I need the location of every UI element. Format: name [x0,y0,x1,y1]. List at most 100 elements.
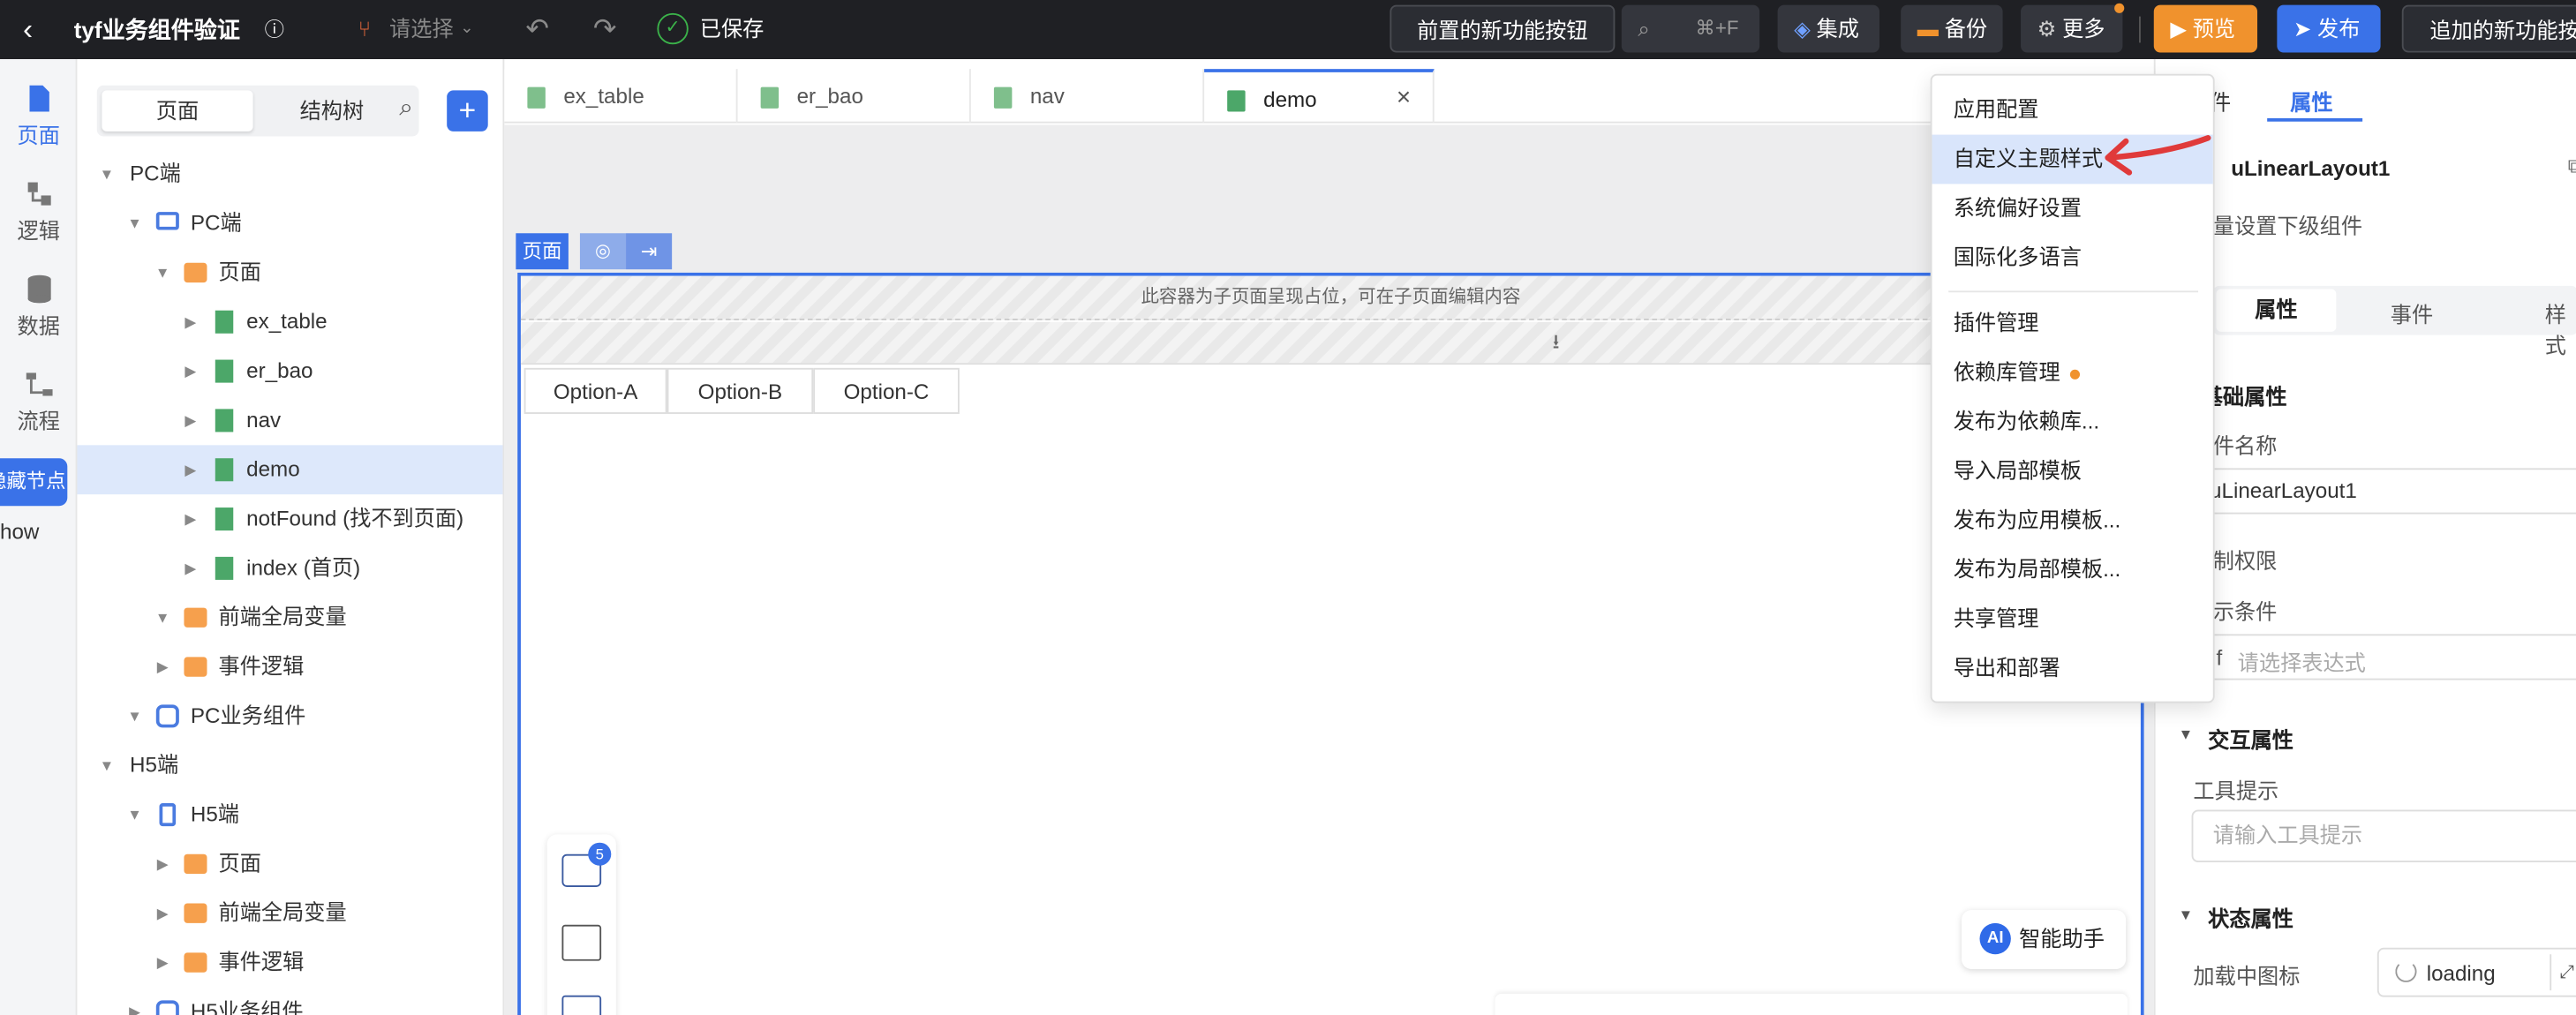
caret-down-icon[interactable]: ▼ [124,790,144,839]
tree-item[interactable]: ▶ 页面 [77,839,502,889]
caret-right-icon[interactable]: ▶ [153,938,172,988]
caret-down-icon[interactable]: ▼ [124,199,144,248]
ai-assistant-button[interactable]: AI 智能助手 [1962,909,2127,969]
tree-item[interactable]: ▶ 前端全局变量 [77,889,502,938]
tree-item[interactable]: ▶ 事件逻辑 [77,938,502,988]
menu-item[interactable]: 共享管理 [1932,595,2213,644]
tree-item[interactable]: ▶ notFound (找不到页面) [77,494,502,544]
menu-item[interactable]: 发布为依赖库... [1932,397,2213,447]
tree-item[interactable]: ▼ H5端 [77,790,502,839]
search-button[interactable]: ⌕ ⌘+F [1621,4,1760,53]
tree-item[interactable]: ▶ ex_table [77,297,502,347]
menu-item[interactable]: 依赖库管理 [1932,349,2213,398]
caret-down-icon[interactable]: ▼ [124,691,144,741]
loading-icon-field[interactable]: loading ⤢ [2376,947,2576,997]
subtab-events[interactable]: 事件 [2391,297,2433,328]
tree-item[interactable]: ▶ 事件逻辑 [77,643,502,692]
back-icon[interactable]: ‹ [23,0,33,59]
more-button[interactable]: ⚙ 更多 [2021,4,2123,53]
tooltip-input[interactable]: 请输入工具提示 [2191,809,2576,863]
tree-item[interactable]: ▼ 页面 [77,248,502,297]
tree-item[interactable]: ▼ H5端 [77,741,502,790]
tab-demo[interactable]: demo × [1204,69,1435,124]
caret-right-icon[interactable]: ▶ [181,297,200,347]
undo-icon[interactable]: ↶ [526,0,550,59]
search-icon[interactable]: ⌕ [399,94,413,122]
caret-down-icon[interactable]: ▼ [153,248,172,297]
caret-right-icon[interactable]: ▶ [153,889,172,938]
tree-item[interactable]: ▼ PC业务组件 [77,691,502,741]
expand-icon[interactable]: ⤢ [2550,954,2576,991]
integrate-label: 集成 [1816,16,1859,41]
pre-feature-button[interactable]: 前置的新功能按钮 [1390,4,1616,53]
menu-item[interactable]: 插件管理 [1932,299,2213,349]
saved-check-icon: ✓ [657,12,689,45]
condition-field[interactable]: f 请选择表达式 [2201,634,2576,680]
publish-button[interactable]: ➤ 发布 [2277,4,2381,53]
integrate-button[interactable]: ◈ 集成 [1777,4,1879,53]
menu-item[interactable]: 国际化多语言 [1932,233,2213,282]
tab-structure[interactable]: 结构树 [256,90,407,132]
tree-item[interactable]: ▶ index (首页) [77,544,502,593]
tree-item[interactable]: ▼ 前端全局变量 [77,593,502,643]
menu-item[interactable]: 应用配置 [1932,86,2213,135]
caret-down-icon[interactable]: ▼ [97,149,117,199]
caret-right-icon[interactable]: ▶ [181,396,200,446]
menu-item[interactable]: 系统偏好设置 [1932,184,2213,233]
subtab-styles[interactable]: 样式 [2545,297,2576,360]
caret-right-icon[interactable]: ▶ [181,445,200,494]
rail-item-data[interactable]: 数据 [0,273,77,340]
tree-item[interactable]: ▼ PC端 [77,149,502,199]
tab-nav[interactable]: nav [971,69,1205,124]
tree-item[interactable]: ▶ er_bao [77,347,502,396]
hidden-node-badge[interactable]: 隐藏节点 [0,458,68,507]
rail-item-flow[interactable]: 流程 [0,368,77,435]
caret-down-icon[interactable]: ▼ [2179,906,2194,923]
tree-item[interactable]: ▶ H5业务组件 [77,987,502,1015]
caret-right-icon[interactable]: ▶ [181,494,200,544]
panel-icon[interactable] [561,995,602,1015]
option-b[interactable]: Option-B [667,367,814,414]
menu-item[interactable]: 发布为局部模板... [1932,545,2213,595]
caret-right-icon[interactable]: ▶ [153,643,172,692]
menu-item[interactable]: 导入局部模板 [1932,447,2213,496]
add-button[interactable]: + [447,90,488,132]
extra-feature-button[interactable]: 追加的新功能按 [2401,4,2576,53]
caret-down-icon[interactable]: ▼ [97,741,117,790]
page-container[interactable]: 此容器为子页面呈现占位，可在子页面编辑内容 ⭳ Option-A Option-… [517,272,2144,1015]
option-c[interactable]: Option-C [813,367,960,414]
branch-icon[interactable]: ⑂ [358,0,372,59]
tree-item[interactable]: ▼ PC端 [77,199,502,248]
enter-icon[interactable]: ⇥ [626,233,673,270]
close-icon[interactable]: × [1397,71,1411,124]
subtab-props[interactable]: 属性 [2216,289,2337,332]
caret-right-icon[interactable]: ▶ [181,544,200,593]
tab-ex-table[interactable]: ex_table [504,69,738,124]
tab-props-top[interactable]: 属性 [2290,86,2332,117]
copy-icon[interactable]: ⧉ [2568,154,2576,179]
caret-down-icon[interactable]: ▼ [2179,726,2194,743]
eye-off-icon[interactable]: ◎ [579,233,627,270]
tree-item[interactable]: ▶ demo [77,445,503,495]
caret-right-icon[interactable]: ▶ [124,987,144,1015]
name-field[interactable]: uLinearLayout1 [2201,468,2576,515]
tab-er-bao[interactable]: er_bao [738,69,971,124]
backup-button[interactable]: ▬ 备份 [1901,4,2003,53]
option-a[interactable]: Option-A [523,367,667,414]
outline-icon[interactable] [561,924,602,961]
ai-assistant-label: 智能助手 [2019,926,2105,951]
redo-icon[interactable]: ↷ [593,0,617,59]
rail-item-logic[interactable]: 逻辑 [0,177,77,244]
info-icon[interactable]: ⓘ [265,0,284,59]
menu-item[interactable]: 导出和部署 [1932,644,2213,694]
caret-right-icon[interactable]: ▶ [181,347,200,396]
menu-item[interactable]: 发布为应用模板... [1932,496,2213,545]
tree-item[interactable]: ▶ nav [77,396,502,446]
preview-button[interactable]: ▶ 预览 [2153,4,2258,53]
tab-pages[interactable]: 页面 [102,90,253,132]
rail-label: 数据 [17,313,60,339]
caret-down-icon[interactable]: ▼ [153,593,172,643]
caret-right-icon[interactable]: ▶ [153,839,172,889]
branch-select[interactable]: 请选择 [389,0,454,59]
rail-item-page[interactable]: 页面 [0,82,77,149]
